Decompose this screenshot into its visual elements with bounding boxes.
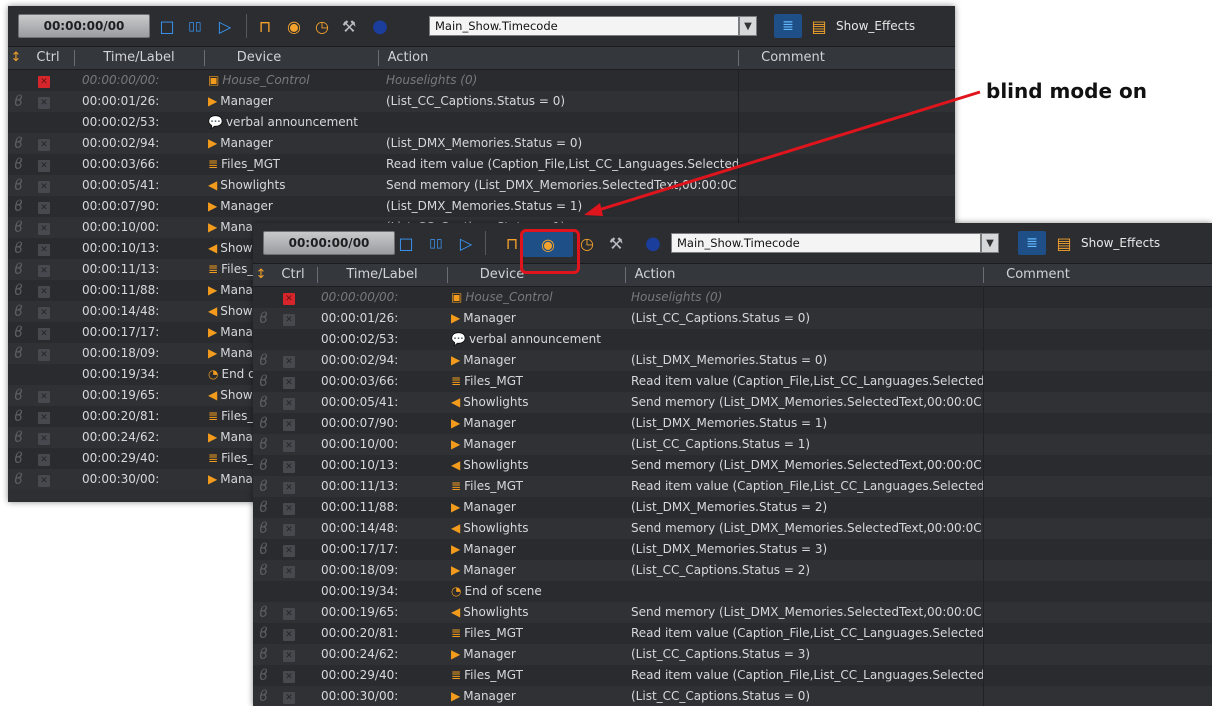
annotation-label: blind mode on [986, 79, 1147, 103]
annotation-arrow [584, 90, 981, 216]
